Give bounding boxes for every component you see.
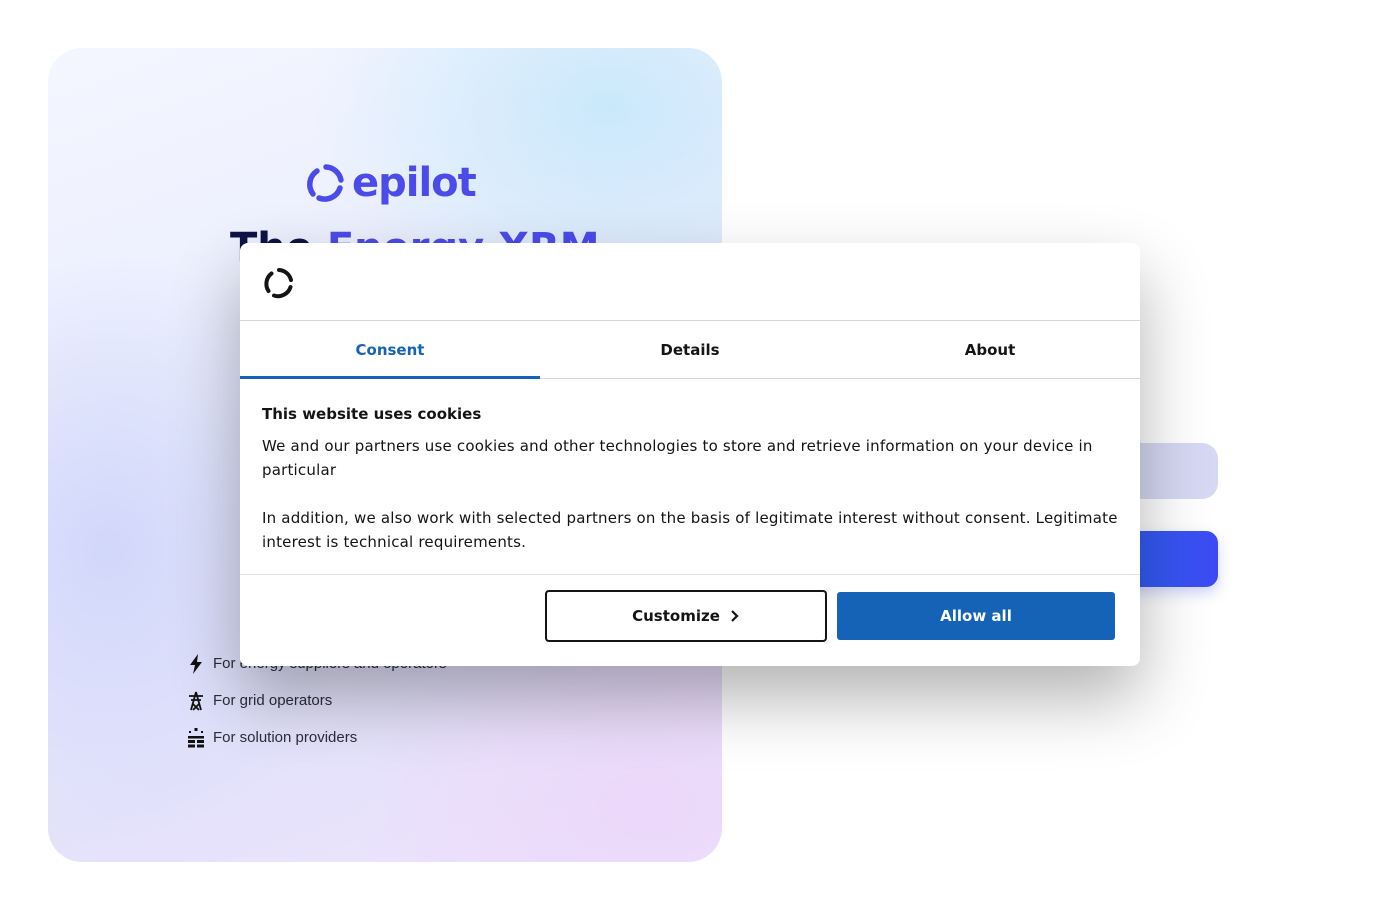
power-tower-icon [186, 691, 205, 711]
customize-button-label: Customize [632, 607, 720, 625]
lightning-icon [186, 653, 205, 674]
dialog-paragraph-1: We and our partners use cookies and othe… [262, 437, 1093, 479]
customize-button[interactable]: Customize [545, 590, 827, 642]
feature-label: For solution providers [213, 729, 358, 746]
tab-about[interactable]: About [840, 321, 1140, 378]
cookiebot-logo-icon [264, 268, 293, 299]
allow-all-button[interactable]: Allow all [837, 592, 1115, 640]
cookie-consent-dialog: Consent Details About This website uses … [240, 243, 1140, 666]
epilot-logo-icon [307, 164, 344, 202]
dialog-paragraph-2: In addition, we also work with selected … [262, 509, 1118, 551]
epilot-logo[interactable]: epilot [304, 160, 477, 206]
tab-consent[interactable]: Consent [240, 321, 540, 379]
dialog-header [240, 243, 1140, 321]
logo-wordmark: epilot [352, 160, 477, 206]
feature-item-solution-providers: For solution providers [186, 719, 446, 756]
chevron-right-icon [731, 610, 739, 622]
solar-panel-icon [186, 727, 205, 748]
dialog-body: This website uses cookies We and our par… [240, 379, 1140, 575]
dialog-title: This website uses cookies [262, 405, 482, 423]
tab-details[interactable]: Details [540, 321, 840, 378]
feature-label: For grid operators [213, 692, 333, 709]
dialog-tabs: Consent Details About [240, 321, 1140, 379]
feature-item-grid-operators: For grid operators [186, 682, 446, 719]
dialog-footer: Customize Allow all [240, 575, 1140, 665]
